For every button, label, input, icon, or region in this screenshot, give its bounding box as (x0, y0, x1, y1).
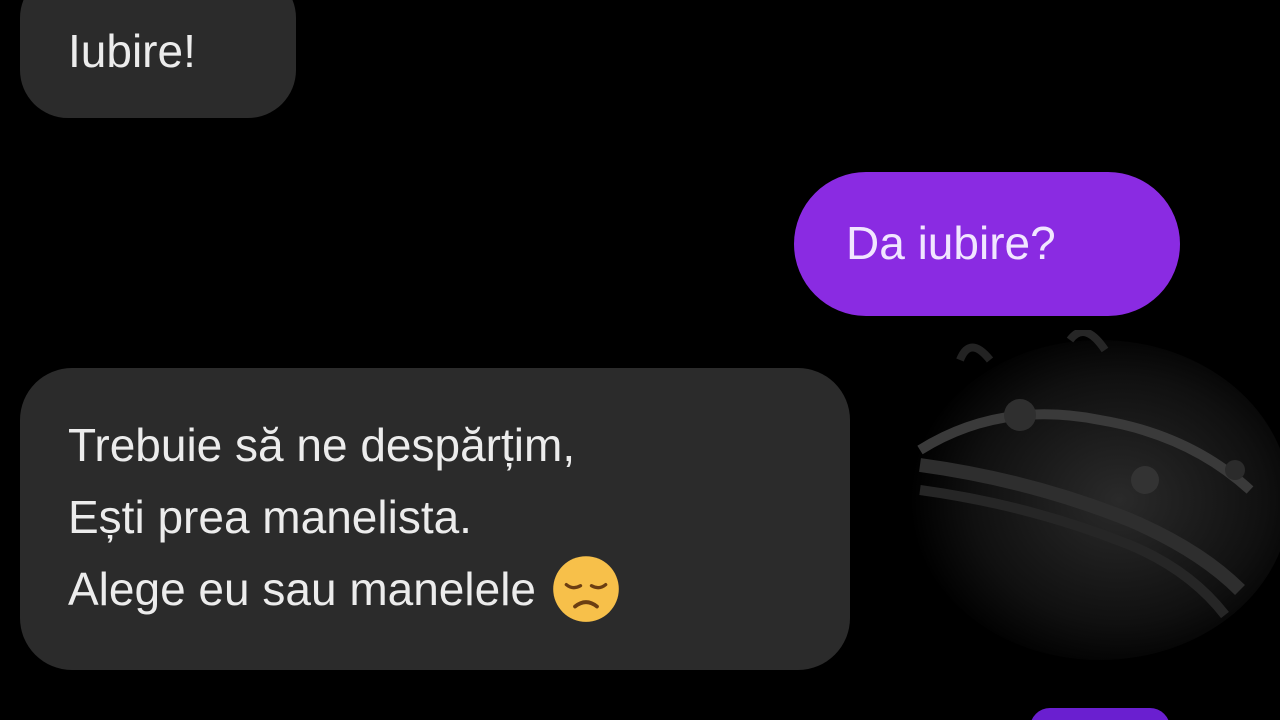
message-text: Alege eu sau manelele (68, 563, 536, 615)
incoming-message-bubble[interactable]: Trebuie să ne despărțim, Ești prea manel… (20, 368, 850, 670)
incoming-message-bubble[interactable]: Iubire! (20, 0, 296, 118)
chat-screen: Iubire! Da iubire? Trebuie să ne despărț… (0, 0, 1280, 720)
outgoing-message-bubble[interactable]: Da iubire? (794, 172, 1180, 316)
message-line: Trebuie să ne despărțim, (68, 419, 576, 471)
message-line: Ești prea manelista. (68, 491, 472, 543)
message-text: Iubire! (68, 25, 196, 77)
crown-wallpaper-icon (910, 330, 1280, 660)
outgoing-message-bubble-partial[interactable] (1030, 708, 1170, 720)
disappointed-face-icon (552, 556, 619, 622)
message-text: Da iubire? (846, 217, 1056, 269)
message-line-with-emoji: Alege eu sau manelele (68, 554, 850, 626)
